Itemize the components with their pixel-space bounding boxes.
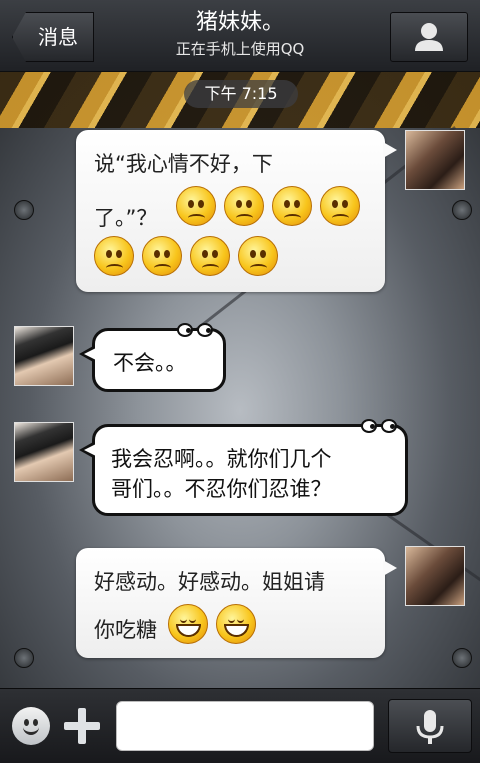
worried-emoji-icon: [224, 186, 264, 226]
message-bubble-outgoing[interactable]: 好感动。好感动。姐姐请 你吃糖: [76, 548, 397, 658]
message-bubble-incoming[interactable]: 我会忍啊。。就你们几个 哥们。。不忍你们忍谁？: [79, 419, 408, 516]
rivet-decoration: [452, 648, 472, 668]
worried-emoji-icon: [94, 236, 134, 276]
timestamp-badge: 下午 7:15: [184, 80, 298, 108]
self-avatar[interactable]: [405, 130, 465, 190]
message-text-line: 我会忍啊。。就你们几个: [111, 447, 332, 471]
message-text-line: 了。”？: [94, 206, 158, 230]
contact-avatar[interactable]: [14, 422, 74, 482]
person-icon: [415, 23, 443, 51]
back-button-label: 消息: [38, 25, 78, 49]
grin-emoji-icon: [168, 604, 208, 644]
input-bar: [0, 688, 480, 763]
worried-emoji-icon: [176, 186, 216, 226]
message-input[interactable]: [116, 701, 374, 751]
contact-title-area: 猪妹妹。 正在手机上使用QQ: [120, 8, 360, 60]
rivet-decoration: [452, 200, 472, 220]
back-button[interactable]: 消息: [12, 12, 94, 62]
message-text-line: 你吃糖: [94, 618, 157, 642]
message-text: 不会。。: [113, 351, 187, 375]
contact-avatar[interactable]: [14, 326, 74, 386]
worried-emoji-icon: [272, 186, 312, 226]
bubble-eyes-decoration: [177, 323, 215, 339]
chat-area[interactable]: 下午 7:15 说“我心情不好，下 了。”？ 不会。。 我会忍啊。。就你们几个 …: [0, 72, 480, 688]
message-text-line: 哥们。。不忍你们忍谁？: [111, 477, 332, 501]
contact-status: 正在手机上使用QQ: [175, 40, 305, 58]
worried-emoji-icon: [190, 236, 230, 276]
bubble-eyes-decoration: [361, 419, 399, 435]
smiley-icon[interactable]: [12, 707, 50, 745]
message-bubble-incoming[interactable]: 不会。。: [79, 323, 226, 392]
message-text-line: 好感动。好感动。姐姐请: [94, 570, 325, 594]
worried-emoji-icon: [320, 186, 360, 226]
voice-button[interactable]: [388, 699, 472, 753]
self-avatar[interactable]: [405, 546, 465, 606]
chat-header: 消息 猪妹妹。 正在手机上使用QQ: [0, 0, 480, 72]
plus-icon[interactable]: [64, 707, 100, 745]
microphone-icon: [416, 710, 444, 744]
worried-emoji-icon: [142, 236, 182, 276]
message-bubble-outgoing[interactable]: 说“我心情不好，下 了。”？: [76, 130, 397, 292]
rivet-decoration: [14, 200, 34, 220]
profile-button[interactable]: [390, 12, 468, 62]
worried-emoji-icon: [238, 236, 278, 276]
message-text-line: 说“我心情不好，下: [94, 152, 273, 176]
rivet-decoration: [14, 648, 34, 668]
grin-emoji-icon: [216, 604, 256, 644]
contact-name: 猪妹妹。: [195, 10, 284, 35]
